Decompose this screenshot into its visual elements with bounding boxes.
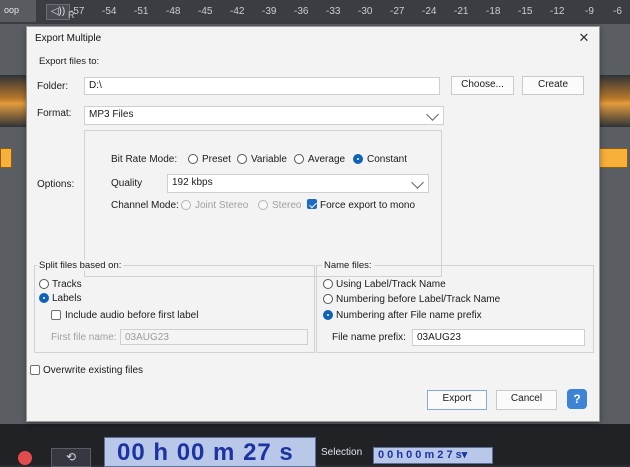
bit-rate-mode-label: Bit Rate Mode: <box>111 154 178 165</box>
record-icon[interactable] <box>18 451 32 465</box>
name-using-label-label: Using Label/Track Name <box>336 279 446 290</box>
waveform-right <box>596 75 630 127</box>
bit-rate-average-label: Average <box>308 154 346 165</box>
close-icon[interactable]: ✕ <box>576 30 592 46</box>
bit-rate-variable-radio[interactable] <box>237 154 247 164</box>
channel-joint-stereo-radio[interactable] <box>181 200 191 210</box>
bit-rate-variable-label: Variable <box>251 154 287 165</box>
ruler-tick-label: -33 <box>326 6 341 17</box>
waveform-left <box>0 75 28 127</box>
ruler-tick-label: -24 <box>422 6 437 17</box>
export-button[interactable]: Export <box>427 390 487 410</box>
ruler-tick-label: -57 <box>70 6 85 17</box>
loop-icon[interactable]: ⟲ <box>51 448 91 467</box>
export-multiple-dialog: Export Multiple ✕ Export files to: Folde… <box>26 26 600 422</box>
time-display: 00 h 00 m 27 s <box>104 437 316 467</box>
split-labels-radio[interactable] <box>39 293 49 303</box>
format-label: Format: <box>37 108 72 119</box>
file-name-prefix-input[interactable]: 03AUG23 <box>412 329 585 346</box>
bit-rate-preset-label: Preset <box>202 154 231 165</box>
name-files-title: Name files: <box>322 260 374 271</box>
ruler-tick-label: -42 <box>230 6 245 17</box>
channel-stereo-label: Stereo <box>272 200 302 211</box>
quality-select[interactable]: 192 kbps <box>167 174 429 193</box>
level-meter-ruler: -57 -54 -51 -48 -45 -42 -39 -36 -33 -30 … <box>40 4 625 20</box>
channel-mode-label: Channel Mode: <box>111 200 179 211</box>
ruler-tick-label: -39 <box>262 6 277 17</box>
ruler-tick-label: -12 <box>550 6 565 17</box>
time-display-text: 00 h 00 m 27 s <box>117 439 294 466</box>
quality-select-value: 192 kbps <box>172 177 213 188</box>
split-labels-label: Labels <box>52 293 82 304</box>
create-button[interactable]: Create <box>522 76 584 95</box>
export-files-to-title: Export files to: <box>37 56 102 67</box>
ruler-tick-label: -6 <box>613 6 622 17</box>
dialog-title: Export Multiple <box>35 33 102 44</box>
selection-label: Selection <box>321 447 363 458</box>
options-label: Options: <box>37 179 75 190</box>
name-numbering-before-radio[interactable] <box>323 294 333 304</box>
chevron-down-icon <box>411 176 424 189</box>
label-marker-left <box>0 148 12 168</box>
choose-button[interactable]: Choose... <box>451 76 514 95</box>
force-mono-checkbox[interactable] <box>307 199 317 209</box>
ruler-tick-label: -51 <box>134 6 149 17</box>
split-tracks-radio[interactable] <box>39 279 49 289</box>
first-file-name-label: First file name: <box>51 332 117 343</box>
ruler-tick-label: -9 <box>585 6 594 17</box>
folder-label: Folder: <box>37 81 69 92</box>
file-name-prefix-label: File name prefix: <box>332 332 406 343</box>
ruler-tick-label: -30 <box>358 6 373 17</box>
background-track-label: oop <box>0 0 36 22</box>
force-mono-label: Force export to mono <box>320 200 416 211</box>
selection-time-display[interactable]: 0 0 h 0 0 m 2 7 s▾ <box>373 447 493 464</box>
ruler-tick-label: -27 <box>390 6 405 17</box>
dialog-titlebar: Export Multiple ✕ <box>27 27 599 49</box>
overwrite-files-checkbox[interactable] <box>30 365 40 375</box>
bit-rate-average-radio[interactable] <box>294 154 304 164</box>
name-numbering-before-label: Numbering before Label/Track Name <box>336 294 501 305</box>
bit-rate-preset-radio[interactable] <box>188 154 198 164</box>
name-using-label-radio[interactable] <box>323 279 333 289</box>
bit-rate-constant-radio[interactable] <box>353 154 363 164</box>
help-icon[interactable]: ? <box>567 389 587 409</box>
ruler-tick-label: -48 <box>166 6 181 17</box>
ruler-tick-label: -45 <box>198 6 213 17</box>
quality-label: Quality <box>111 178 143 189</box>
overwrite-files-label: Overwrite existing files <box>43 365 144 376</box>
folder-input[interactable]: D:\ <box>84 77 440 95</box>
first-file-name-input[interactable]: 03AUG23 <box>120 329 308 345</box>
ruler-tick-label: -36 <box>294 6 309 17</box>
channel-stereo-radio[interactable] <box>258 200 268 210</box>
format-select[interactable]: MP3 Files <box>84 106 444 125</box>
include-audio-checkbox[interactable] <box>51 310 61 320</box>
name-numbering-after-radio[interactable] <box>323 310 333 320</box>
split-files-title: Split files based on: <box>37 260 124 271</box>
ruler-tick-label: -15 <box>518 6 533 17</box>
cancel-button[interactable]: Cancel <box>496 390 557 410</box>
include-audio-label: Include audio before first label <box>65 310 199 321</box>
name-numbering-after-label: Numbering after File name prefix <box>336 310 482 321</box>
ruler-tick-label: -21 <box>454 6 469 17</box>
format-select-value: MP3 Files <box>89 109 134 120</box>
split-tracks-label: Tracks <box>52 279 82 290</box>
chevron-down-icon <box>426 108 439 121</box>
channel-joint-stereo-label: Joint Stereo <box>195 200 249 211</box>
label-marker-right <box>596 148 628 168</box>
ruler-tick-label: -54 <box>102 6 117 17</box>
bit-rate-constant-label: Constant <box>367 154 408 165</box>
ruler-tick-label: -18 <box>486 6 501 17</box>
